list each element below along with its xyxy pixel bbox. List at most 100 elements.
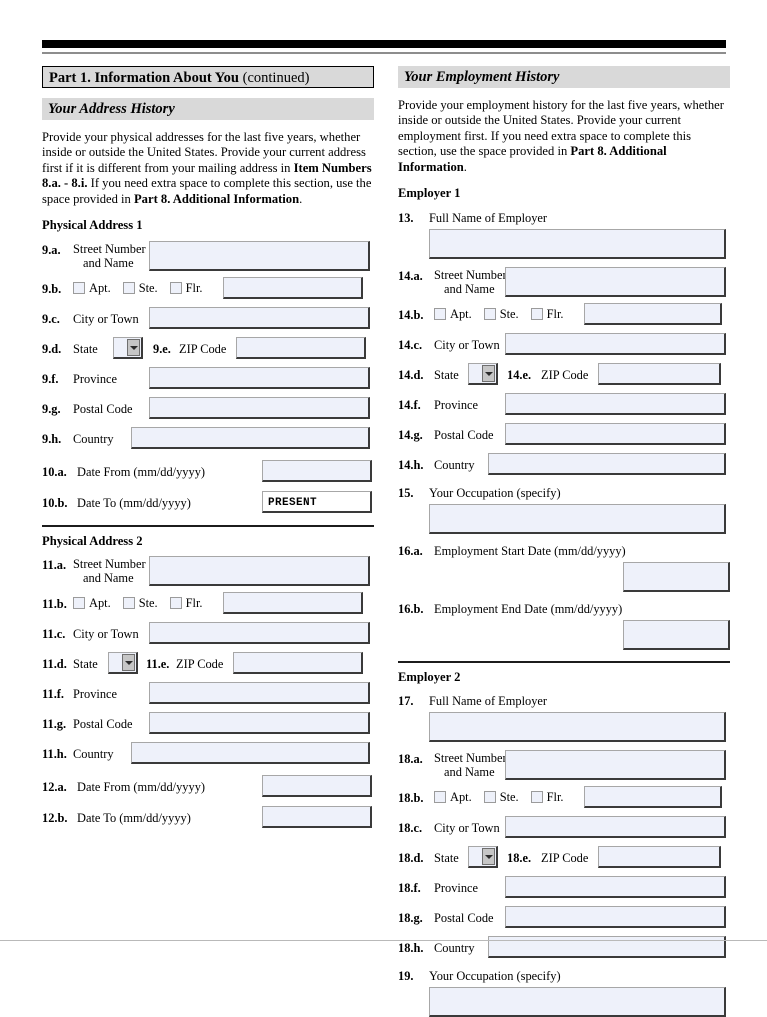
form-page: Part 1. Information About You (continued… xyxy=(0,0,767,1017)
employer-1-heading: Employer 1 xyxy=(398,186,461,201)
apt-label-11b: Apt. xyxy=(89,595,111,610)
item-number-18e: 18.e. xyxy=(507,850,532,865)
unit-number-input-14b[interactable] xyxy=(584,303,722,326)
chevron-down-icon[interactable] xyxy=(482,848,495,866)
ste-checkbox-18b[interactable] xyxy=(483,791,496,804)
left-column: Part 1. Information About You (continued… xyxy=(42,66,374,829)
employer-name-input-13[interactable] xyxy=(429,229,726,260)
ste-checkbox-9b[interactable] xyxy=(122,282,135,295)
country-label-14h: Country xyxy=(434,457,475,472)
unit-number-input-11b[interactable] xyxy=(223,592,363,615)
date-to-label-10b: Date To (mm/dd/yyyy) xyxy=(77,495,191,510)
chevron-down-icon[interactable] xyxy=(122,654,135,672)
item-number-14e: 14.e. xyxy=(507,367,532,382)
chevron-down-icon[interactable] xyxy=(127,339,140,357)
flr-checkbox-14b[interactable] xyxy=(530,308,543,321)
field-row-date-to-2: 12.b. Date To (mm/dd/yyyy) xyxy=(42,806,374,829)
field-row-postal-2: 11.g. Postal Code xyxy=(42,712,374,735)
state-select-18d[interactable] xyxy=(468,846,498,869)
page-bottom-rule xyxy=(0,940,767,941)
field-row-start-date-input xyxy=(398,562,730,593)
chevron-down-icon[interactable] xyxy=(482,365,495,383)
city-input-14c[interactable] xyxy=(505,333,726,356)
field-row-state-zip-1: 9.d. State 9.e. ZIP Code xyxy=(42,337,374,360)
unit-type-checkboxes-9b: Apt. Ste. Flr. xyxy=(73,281,223,296)
date-to-input-12b[interactable] xyxy=(262,806,372,829)
field-row-date-from-2: 12.a. Date From (mm/dd/yyyy) xyxy=(42,775,374,798)
zip-input-9e[interactable] xyxy=(236,337,366,360)
field-row-city-1: 9.c. City or Town xyxy=(42,307,374,330)
physical-address-1-heading: Physical Address 1 xyxy=(42,218,143,233)
country-input-14h[interactable] xyxy=(488,453,726,476)
province-input-9f[interactable] xyxy=(149,367,370,390)
street-input-18a[interactable] xyxy=(505,750,726,781)
city-input-18c[interactable] xyxy=(505,816,726,839)
apt-checkbox-18b[interactable] xyxy=(434,791,446,804)
date-from-input-12a[interactable] xyxy=(262,775,372,798)
field-row-state-zip-emp1: 14.d. State 14.e. ZIP Code xyxy=(398,363,730,386)
flr-checkbox-18b[interactable] xyxy=(530,791,543,804)
employment-history-intro: Provide your employment history for the … xyxy=(398,98,724,174)
flr-checkbox-11b[interactable] xyxy=(169,597,182,610)
item-number-14d: 14.d. xyxy=(398,367,424,382)
field-row-date-to-1: 10.b. Date To (mm/dd/yyyy) PRESENT xyxy=(42,491,374,514)
item-number-16b: 16.b. xyxy=(398,602,424,617)
street-input-9a[interactable] xyxy=(149,241,370,272)
zip-input-11e[interactable] xyxy=(233,652,363,675)
state-select-14d[interactable] xyxy=(468,363,498,386)
apt-checkbox-9b[interactable] xyxy=(73,282,85,295)
apt-checkbox-11b[interactable] xyxy=(73,597,85,610)
employer-name-label-13: Full Name of Employer xyxy=(429,211,548,226)
ste-checkbox-11b[interactable] xyxy=(122,597,135,610)
item-number-9g: 9.g. xyxy=(42,401,61,416)
street-label-14a: Street Number and Name xyxy=(434,268,507,296)
date-from-input-10a[interactable] xyxy=(262,460,372,483)
postal-input-18g[interactable] xyxy=(505,906,726,929)
street-input-14a[interactable] xyxy=(505,267,726,298)
city-input-11c[interactable] xyxy=(149,622,370,645)
zip-input-14e[interactable] xyxy=(598,363,721,386)
employer-name-input-17[interactable] xyxy=(429,712,726,743)
field-row-employer-name-input-1 xyxy=(398,229,730,260)
street-label-9a: Street Number and Name xyxy=(73,242,146,270)
street-input-11a[interactable] xyxy=(149,556,370,587)
item-number-18c: 18.c. xyxy=(398,820,423,835)
unit-number-input-18b[interactable] xyxy=(584,786,722,809)
postal-label-14g: Postal Code xyxy=(434,427,494,442)
ste-checkbox-14b[interactable] xyxy=(483,308,496,321)
city-input-9c[interactable] xyxy=(149,307,370,330)
field-row-street-2: 11.a. Street Number and Name xyxy=(42,556,374,587)
postal-input-14g[interactable] xyxy=(505,423,726,446)
province-input-14f[interactable] xyxy=(505,393,726,416)
part-1-banner: Part 1. Information About You (continued… xyxy=(42,66,374,88)
zip-input-18e[interactable] xyxy=(598,846,721,869)
postal-input-11g[interactable] xyxy=(149,712,370,735)
apt-checkbox-14b[interactable] xyxy=(434,308,446,321)
country-input-9h[interactable] xyxy=(131,427,370,450)
item-number-18g: 18.g. xyxy=(398,910,423,925)
item-number-14g: 14.g. xyxy=(398,427,423,442)
province-input-18f[interactable] xyxy=(505,876,726,899)
province-input-11f[interactable] xyxy=(149,682,370,705)
end-date-input-16b[interactable] xyxy=(623,620,730,651)
employer-1-divider xyxy=(398,661,730,664)
flr-checkbox-9b[interactable] xyxy=(169,282,182,295)
date-to-input-10b[interactable]: PRESENT xyxy=(262,491,372,514)
country-input-11h[interactable] xyxy=(131,742,370,765)
unit-type-checkboxes-11b: Apt. Ste. Flr. xyxy=(73,596,223,611)
field-row-street-emp2: 18.a. Street Number and Name xyxy=(398,750,730,781)
city-label-18c: City or Town xyxy=(434,820,500,835)
province-label-18f: Province xyxy=(434,880,479,895)
state-select-11d[interactable] xyxy=(108,652,138,675)
item-number-14b: 14.b. xyxy=(398,307,424,322)
unit-number-input-9b[interactable] xyxy=(223,277,363,300)
field-row-end-date-input xyxy=(398,620,730,651)
zip-label-14e: ZIP Code xyxy=(541,367,589,382)
postal-input-9g[interactable] xyxy=(149,397,370,420)
item-number-18d: 18.d. xyxy=(398,850,424,865)
start-date-input-16a[interactable] xyxy=(623,562,730,593)
field-row-employer-name-2: 17. Full Name of Employer xyxy=(398,692,730,709)
occupation-input-15[interactable] xyxy=(429,504,726,535)
occupation-input-19[interactable] xyxy=(429,987,726,1017)
state-select-9d[interactable] xyxy=(113,337,143,360)
